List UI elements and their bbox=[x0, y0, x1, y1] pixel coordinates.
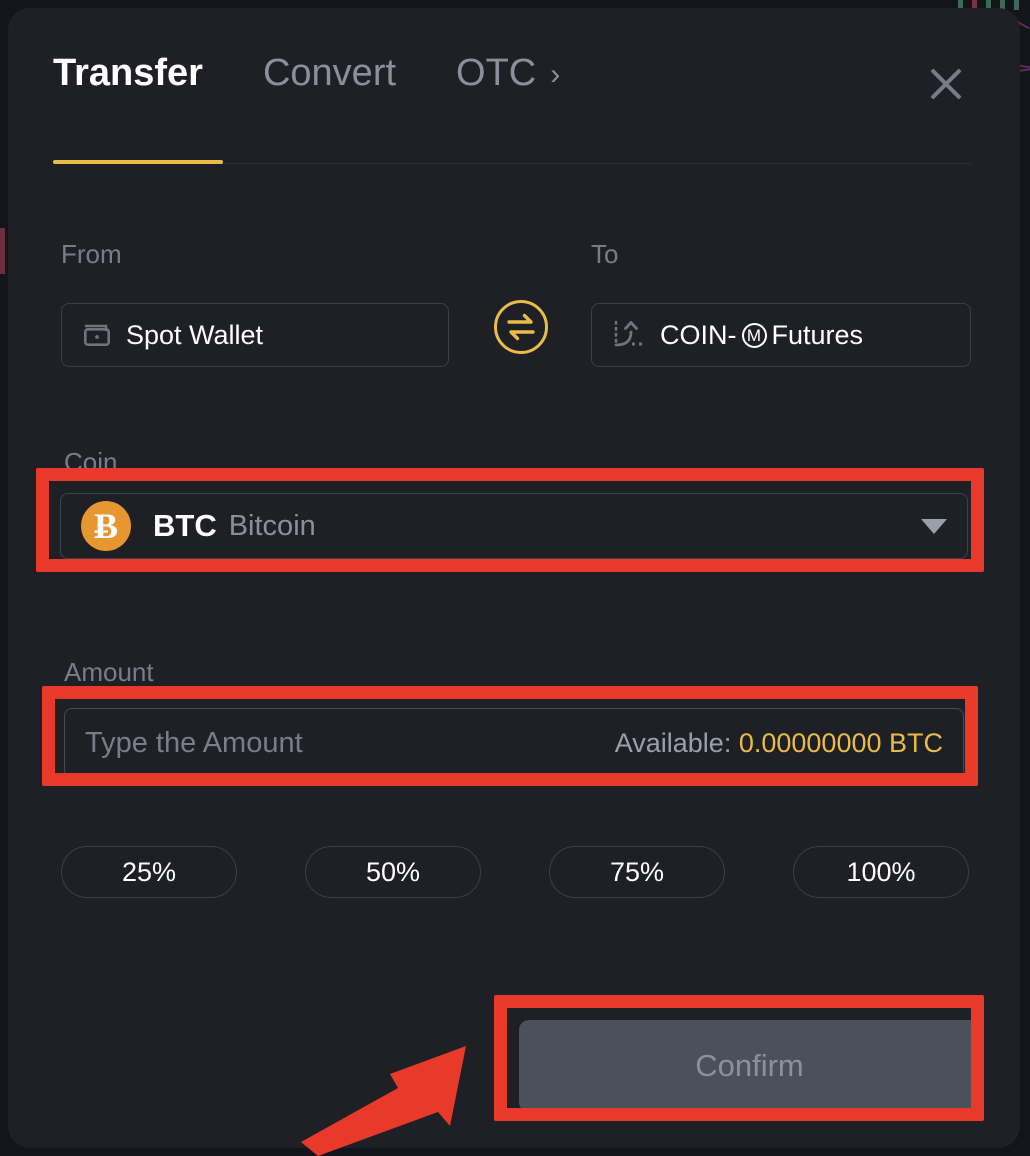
modal-tabbar: Transfer Convert OTC › bbox=[53, 54, 560, 92]
bitcoin-icon: Ƀ bbox=[81, 501, 131, 551]
from-wallet-value: Spot Wallet bbox=[126, 319, 264, 350]
coin-selector[interactable]: Ƀ BTC Bitcoin bbox=[60, 493, 968, 559]
percent-button-50[interactable]: 50% bbox=[305, 846, 481, 898]
swap-direction-button[interactable] bbox=[494, 300, 548, 354]
coin-name: Bitcoin bbox=[228, 509, 316, 542]
swap-arrows-icon bbox=[507, 313, 535, 341]
tab-convert[interactable]: Convert bbox=[263, 54, 456, 92]
background-candle bbox=[0, 228, 5, 274]
background-candle bbox=[1014, 0, 1019, 10]
percent-button-100[interactable]: 100% bbox=[793, 846, 969, 898]
to-wallet-select[interactable]: COIN- M Futures bbox=[591, 303, 971, 367]
confirm-button[interactable]: Confirm bbox=[519, 1020, 980, 1112]
coin-label: Coin bbox=[64, 447, 118, 477]
to-wallet-prefix: COIN- bbox=[660, 319, 737, 350]
close-icon[interactable] bbox=[920, 58, 972, 110]
from-wallet-select[interactable]: Spot Wallet bbox=[61, 303, 449, 367]
available-balance: Available: 0.00000000 BTC bbox=[615, 728, 943, 759]
tab-transfer[interactable]: Transfer bbox=[53, 54, 263, 92]
available-value: 0.00000000 BTC bbox=[738, 727, 943, 758]
coin-m-badge-icon: M bbox=[741, 322, 767, 348]
percent-shortcut-row: 25% 50% 75% 100% bbox=[61, 846, 969, 898]
available-label: Available: bbox=[614, 727, 732, 758]
amount-input[interactable] bbox=[85, 726, 615, 760]
tab-active-indicator bbox=[53, 160, 223, 164]
to-wallet-suffix: Futures bbox=[771, 319, 864, 350]
coin-symbol: BTC bbox=[153, 508, 217, 543]
tab-otc-label: OTC bbox=[456, 52, 537, 94]
percent-button-75[interactable]: 75% bbox=[549, 846, 725, 898]
to-label: To bbox=[591, 239, 619, 269]
transfer-modal: Transfer Convert OTC › From Spot Wallet … bbox=[8, 8, 1020, 1148]
caret-down-icon bbox=[921, 518, 947, 534]
tab-otc[interactable]: OTC › bbox=[456, 54, 560, 92]
chevron-right-icon: › bbox=[550, 58, 561, 91]
percent-button-25[interactable]: 25% bbox=[61, 846, 237, 898]
from-label: From bbox=[61, 239, 122, 269]
wallet-icon bbox=[82, 322, 112, 348]
futures-curved-arrow-icon bbox=[612, 318, 646, 352]
amount-label: Amount bbox=[64, 657, 154, 687]
to-wallet-value: COIN- M Futures bbox=[660, 320, 863, 351]
amount-field-wrapper: Available: 0.00000000 BTC bbox=[64, 708, 964, 778]
